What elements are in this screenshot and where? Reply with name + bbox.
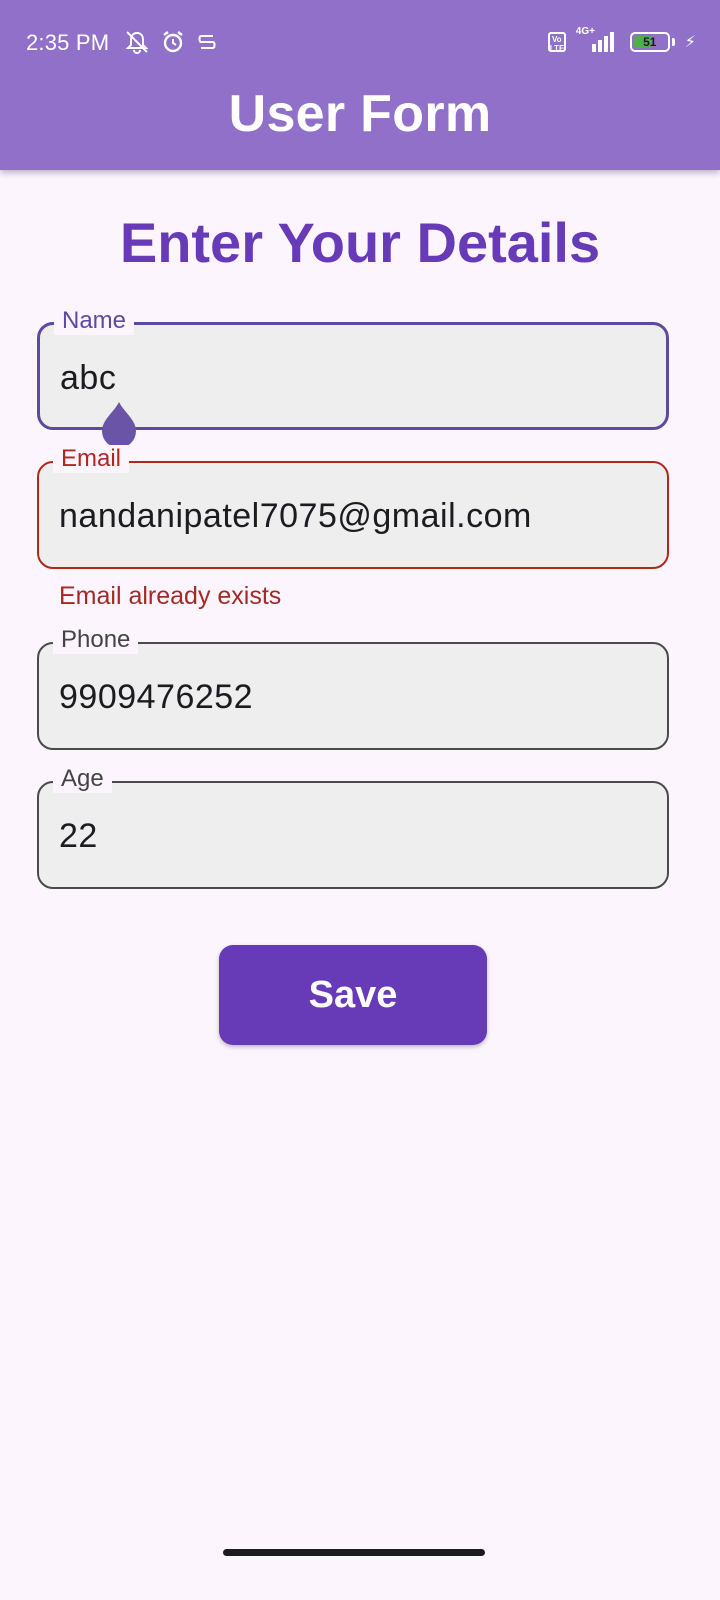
status-icons-left [124, 29, 218, 55]
battery-icon: 51 [629, 32, 670, 52]
email-field[interactable]: Email nandanipatel7075@gmail.com [37, 445, 669, 569]
alarm-icon [160, 29, 186, 55]
age-field-value[interactable]: 22 [59, 817, 98, 856]
phone-field-value[interactable]: 9909476252 [59, 678, 253, 717]
muted-notification-icon [124, 29, 150, 55]
battery-tip [671, 38, 675, 46]
gesture-navigation-bar[interactable] [223, 1549, 485, 1556]
volte-icon: Vo LTE [547, 32, 566, 53]
email-error-message: Email already exists [59, 582, 282, 610]
phone-field-label: Phone [53, 626, 139, 654]
sync-icon [196, 30, 218, 54]
status-time: 2:35 PM [26, 30, 110, 55]
status-bar: 2:35 PM Vo LTE 4G+ 51 ⚡ [0, 0, 720, 90]
status-icons-right: Vo LTE 4G+ 51 ⚡ [547, 26, 696, 54]
app-bar: 2:35 PM Vo LTE 4G+ 51 ⚡ User Form [0, 0, 720, 170]
email-field-label: Email [53, 445, 130, 473]
name-field-label: Name [54, 307, 135, 335]
charging-icon: ⚡ [684, 34, 696, 51]
text-cursor-handle-icon[interactable] [100, 400, 138, 450]
save-button[interactable]: Save [219, 945, 487, 1045]
phone-field[interactable]: Phone 9909476252 [37, 626, 669, 750]
name-field-value[interactable]: abc [60, 359, 116, 398]
age-field-label: Age [53, 765, 112, 793]
page-heading: Enter Your Details [119, 211, 601, 274]
age-field[interactable]: Age 22 [37, 765, 669, 889]
signal-icon: 4G+ [576, 26, 620, 54]
app-title: User Form [228, 85, 492, 143]
email-field-value[interactable]: nandanipatel7075@gmail.com [59, 497, 532, 536]
battery-level: 51 [643, 35, 657, 49]
